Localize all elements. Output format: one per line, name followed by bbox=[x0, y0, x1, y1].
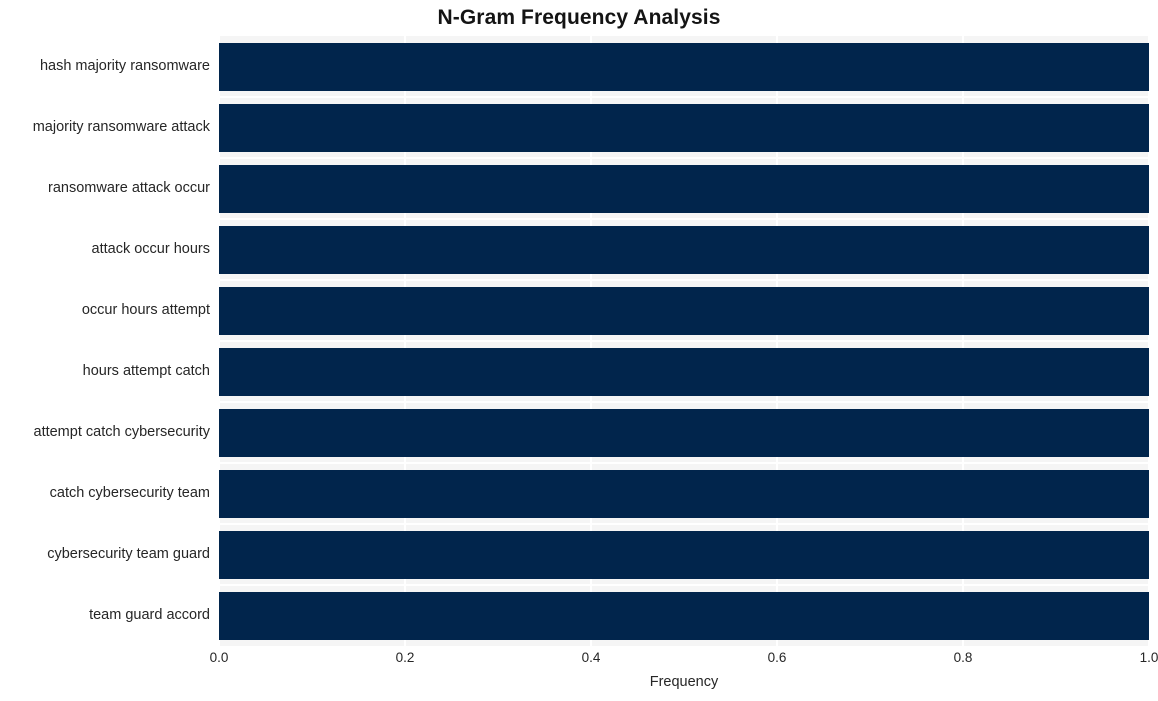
y-tick-label: occur hours attempt bbox=[81, 302, 210, 318]
y-tick-label: team guard accord bbox=[89, 607, 210, 623]
bar bbox=[219, 531, 1149, 579]
x-tick-label: 1.0 bbox=[1139, 650, 1158, 665]
y-tick-label: majority ransomware attack bbox=[32, 119, 210, 135]
y-axis-tick-labels: hash majority ransomware majority ransomw… bbox=[0, 36, 210, 646]
y-tick-label: catch cybersecurity team bbox=[49, 485, 210, 501]
y-tick-label: ransomware attack occur bbox=[48, 180, 210, 196]
bar bbox=[219, 226, 1149, 274]
x-tick-label: 0.4 bbox=[581, 650, 601, 665]
bar bbox=[219, 470, 1149, 518]
horizontal-gridline bbox=[219, 279, 1149, 281]
bar bbox=[219, 104, 1149, 152]
plot-area bbox=[219, 36, 1149, 646]
horizontal-gridline bbox=[219, 218, 1149, 220]
bar bbox=[219, 409, 1149, 457]
bar bbox=[219, 165, 1149, 213]
horizontal-gridline bbox=[219, 462, 1149, 464]
x-axis-tick-labels: 0.0 0.2 0.4 0.6 0.8 1.0 bbox=[210, 650, 1158, 672]
horizontal-gridline bbox=[219, 157, 1149, 159]
y-tick-label: attack occur hours bbox=[91, 241, 210, 257]
bar bbox=[219, 592, 1149, 640]
chart-figure: N-Gram Frequency Analysis hash majority … bbox=[0, 0, 1158, 701]
y-tick-label: hours attempt catch bbox=[82, 363, 210, 379]
x-tick-label: 0.2 bbox=[395, 650, 415, 665]
horizontal-gridline bbox=[219, 584, 1149, 586]
horizontal-gridline bbox=[219, 96, 1149, 98]
x-tick-label: 0.6 bbox=[767, 650, 787, 665]
bar bbox=[219, 287, 1149, 335]
horizontal-gridline bbox=[219, 523, 1149, 525]
x-tick-label: 0.0 bbox=[209, 650, 229, 665]
bar bbox=[219, 43, 1149, 91]
x-axis-label: Frequency bbox=[649, 674, 719, 690]
horizontal-gridline bbox=[219, 340, 1149, 342]
chart-title: N-Gram Frequency Analysis bbox=[437, 6, 721, 29]
y-tick-label: hash majority ransomware bbox=[39, 58, 210, 74]
bar bbox=[219, 348, 1149, 396]
x-tick-label: 0.8 bbox=[953, 650, 973, 665]
y-tick-label: cybersecurity team guard bbox=[47, 546, 210, 562]
horizontal-gridline bbox=[219, 401, 1149, 403]
y-tick-label: attempt catch cybersecurity bbox=[33, 424, 211, 440]
